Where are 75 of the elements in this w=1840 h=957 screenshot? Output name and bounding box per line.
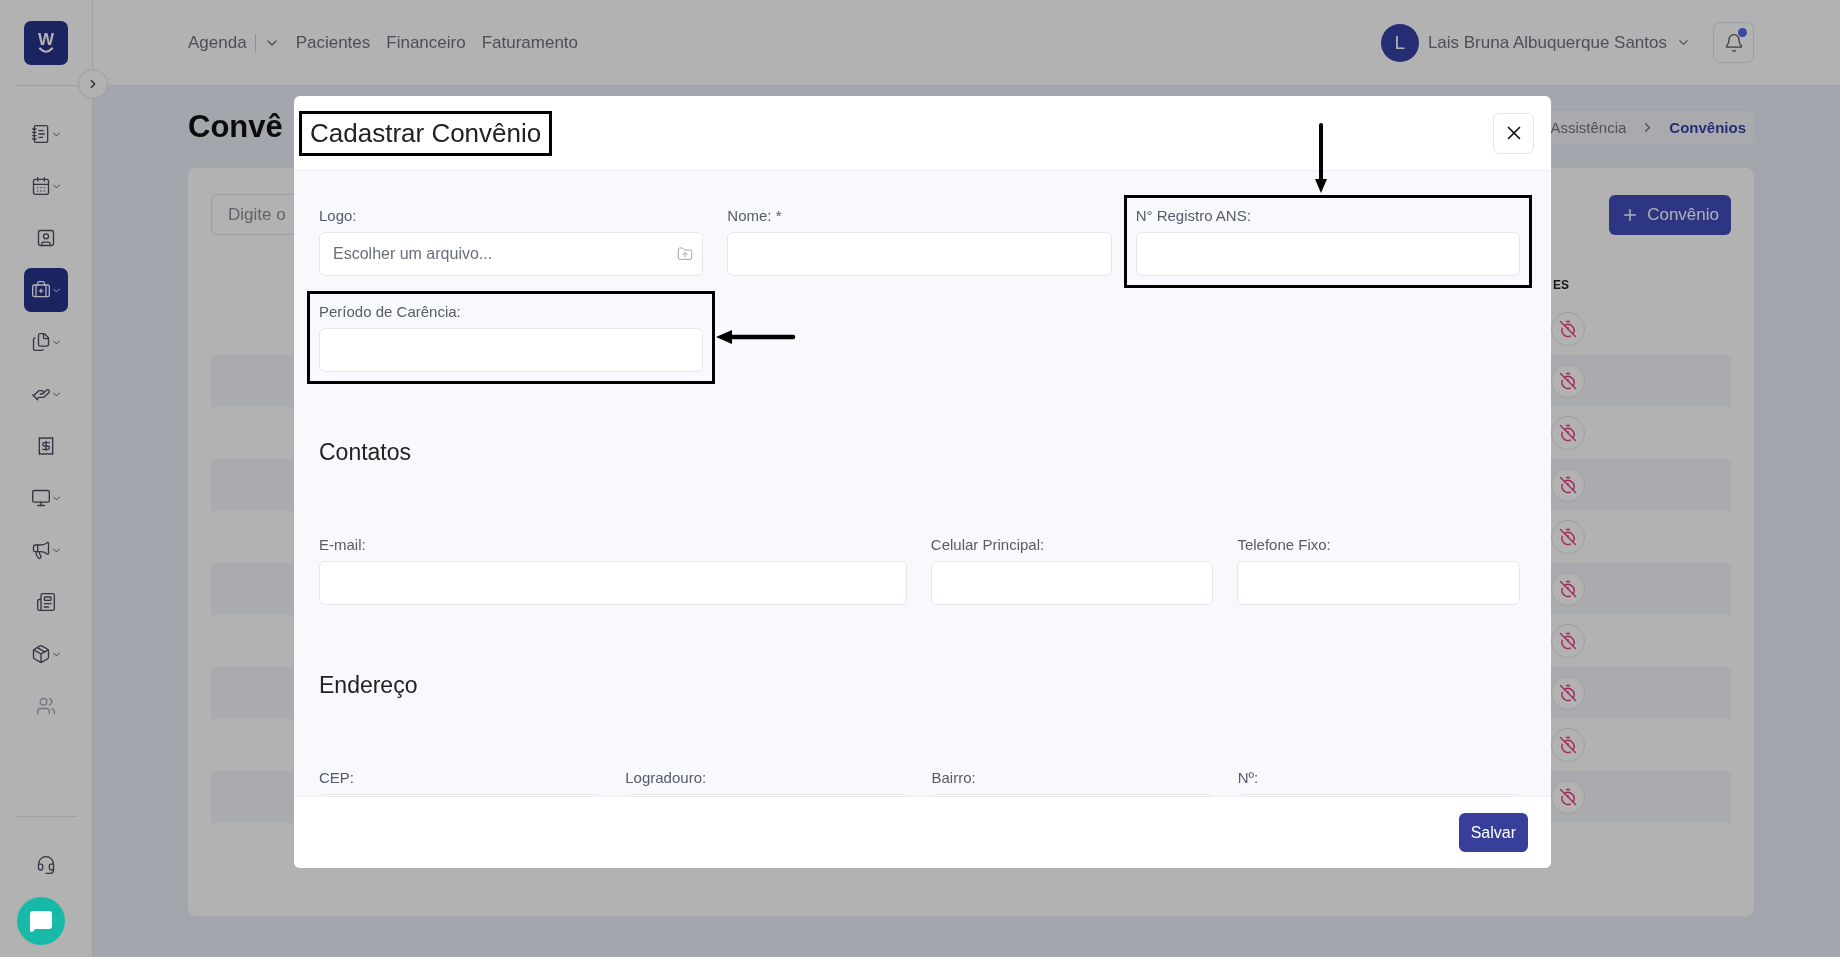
field-label: Telefone Fixo: xyxy=(1237,536,1332,554)
timer-off-icon xyxy=(1559,736,1577,754)
action-button[interactable] xyxy=(1551,728,1585,762)
add-button[interactable]: Convênio xyxy=(1609,194,1731,235)
notebook-icon xyxy=(30,124,51,144)
folder-upload-icon xyxy=(677,246,694,262)
action-button[interactable] xyxy=(1551,312,1585,346)
input-field[interactable] xyxy=(319,328,704,372)
input-field[interactable] xyxy=(1135,232,1520,276)
timer-off-icon xyxy=(1559,372,1577,390)
action-button[interactable] xyxy=(1551,468,1585,502)
close-button[interactable] xyxy=(1493,112,1534,154)
headset-icon xyxy=(36,855,56,875)
timer-off-icon xyxy=(1559,528,1577,546)
nav-link[interactable]: Agenda xyxy=(188,32,247,53)
action-button[interactable] xyxy=(1551,624,1585,658)
action-button[interactable] xyxy=(1551,676,1585,710)
field-label: E-mail: xyxy=(319,536,367,554)
breadcrumb-link[interactable]: Assistência xyxy=(1550,118,1627,136)
section-heading: Endereço xyxy=(319,671,419,699)
save-button[interactable]: Salvar xyxy=(1458,813,1528,852)
field-label: Período de Carência: xyxy=(319,303,462,321)
field-label: Nome: * xyxy=(727,207,783,225)
bell-icon xyxy=(1723,32,1744,53)
field-label: Logradouro: xyxy=(625,769,708,787)
receipt-icon xyxy=(36,436,56,456)
field-label: Logo: xyxy=(319,207,358,225)
timer-off-icon xyxy=(1559,632,1577,650)
annotation-arrow xyxy=(1313,123,1328,193)
input-field[interactable] xyxy=(727,232,1112,276)
page-title: Convê xyxy=(188,109,283,145)
timer-off-icon xyxy=(1559,320,1577,338)
timer-off-icon xyxy=(1559,684,1577,702)
user-menu[interactable]: L Lais Bruna Albuquerque Santos xyxy=(1380,23,1691,62)
action-button[interactable] xyxy=(1551,572,1585,606)
action-button[interactable] xyxy=(1551,364,1585,398)
timer-off-icon xyxy=(1559,788,1577,806)
calendar-icon xyxy=(30,176,51,196)
field-label: Nº: xyxy=(1237,769,1260,787)
input-field[interactable] xyxy=(1237,561,1520,605)
newspaper-icon xyxy=(36,592,56,612)
action-button[interactable] xyxy=(1551,520,1585,554)
input-field[interactable] xyxy=(319,561,907,605)
field-label: N° Registro ANS: xyxy=(1135,207,1252,225)
medical-case-icon xyxy=(30,280,51,300)
input-field[interactable] xyxy=(930,561,1214,605)
files-icon xyxy=(30,332,51,352)
modal-title: Cadastrar Convênio xyxy=(299,110,553,156)
nav-link[interactable]: Faturamento xyxy=(481,32,579,53)
nav-link[interactable]: Financeiro xyxy=(386,32,466,53)
chat-icon xyxy=(29,909,53,933)
sidebar-item[interactable] xyxy=(24,268,68,312)
breadcrumb-link[interactable]: Convênios xyxy=(1669,118,1746,136)
field-label: Bairro: xyxy=(931,769,977,787)
user-name: Lais Bruna Albuquerque Santos xyxy=(1427,32,1667,53)
smile-icon xyxy=(38,47,54,54)
user-avatar: L xyxy=(1380,23,1419,62)
action-button[interactable] xyxy=(1551,780,1585,814)
users-icon xyxy=(36,696,56,716)
column-header: ES xyxy=(1553,278,1569,292)
timer-off-icon xyxy=(1559,424,1577,442)
file-input-field[interactable]: Escolher um arquivo... xyxy=(319,232,704,276)
id-badge-icon xyxy=(36,228,56,248)
megaphone-icon xyxy=(30,540,51,560)
nav-link[interactable]: Pacientes xyxy=(295,32,371,53)
notifications-button[interactable] xyxy=(1713,22,1754,63)
timer-off-icon xyxy=(1559,580,1577,598)
monitor-icon xyxy=(30,488,51,508)
section-heading: Contatos xyxy=(319,438,413,466)
action-button[interactable] xyxy=(1551,416,1585,450)
timer-off-icon xyxy=(1559,476,1577,494)
field-label: Celular Principal: xyxy=(930,536,1046,554)
app-logo[interactable]: W xyxy=(24,21,68,65)
box-icon xyxy=(30,644,51,664)
field-label: CEP: xyxy=(319,769,355,787)
